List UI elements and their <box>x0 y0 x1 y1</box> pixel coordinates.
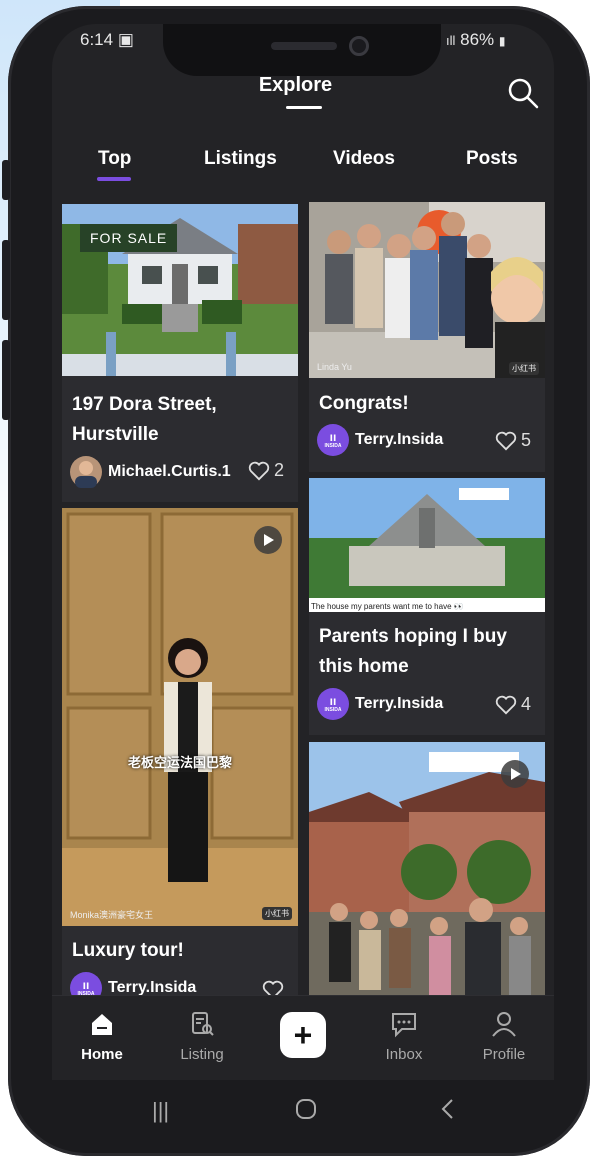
heart-icon <box>248 461 270 480</box>
nav-profile-label: Profile <box>482 1046 526 1063</box>
heart-icon <box>262 980 284 995</box>
play-icon <box>511 768 521 780</box>
image-caption: The house my parents want me to have 👀 <box>311 602 464 611</box>
tab-videos[interactable]: Videos <box>333 148 395 170</box>
author-name: Terry.Insida <box>108 979 197 995</box>
title-underline <box>286 106 322 109</box>
chat-icon <box>392 1013 416 1038</box>
like-button[interactable]: 4 <box>495 694 531 715</box>
like-button[interactable]: 5 <box>495 430 531 451</box>
battery-icon: ▮ <box>498 34 506 48</box>
post-author[interactable]: ıı INSIDA Terry.Insida <box>317 424 443 456</box>
gallery-icon: ▣ <box>117 30 134 49</box>
nav-home[interactable]: Home <box>62 1010 142 1063</box>
nav-inbox[interactable]: Inbox <box>364 1010 444 1063</box>
nav-listing-label: Listing <box>180 1046 224 1063</box>
avatar: ıı INSIDA <box>317 424 349 456</box>
avatar-text: INSIDA <box>324 707 342 713</box>
post-title: Congrats! <box>319 393 409 414</box>
post-author[interactable]: ıı INSIDA Terry.Insida <box>70 972 196 995</box>
search-icon <box>508 78 539 109</box>
front-camera <box>349 36 369 56</box>
video-subtitle: 老板空运法国巴黎 <box>127 755 232 770</box>
platform-tag: 小红书 <box>509 362 539 375</box>
time-text: 6:14 <box>80 30 114 49</box>
post-title-line2: this home <box>319 656 409 677</box>
like-count: 4 <box>521 694 532 714</box>
battery-text: 86% <box>460 30 495 49</box>
nav-home-label: Home <box>81 1046 123 1063</box>
like-button[interactable] <box>262 980 288 995</box>
video-watermark: Monika澳洲豪宅女王 <box>70 910 154 920</box>
play-button[interactable] <box>254 526 282 554</box>
post-author[interactable]: ıı INSIDA Terry.Insida <box>317 688 443 720</box>
like-count: 2 <box>274 460 285 480</box>
recents-icon[interactable]: ||| <box>152 1098 169 1124</box>
post-title-line2: Hurstville <box>72 424 159 445</box>
page-title: Explore <box>258 74 333 96</box>
nav-inbox-label: Inbox <box>385 1046 423 1063</box>
tab-posts[interactable]: Posts <box>466 148 518 170</box>
post-card-inspection[interactable] <box>309 742 545 995</box>
create-post-button[interactable]: + <box>280 1012 326 1058</box>
play-button[interactable] <box>501 760 529 788</box>
heart-icon <box>495 431 517 450</box>
avatar-text: INSIDA <box>324 443 342 449</box>
status-right: ıll 86% ▮ <box>446 30 506 50</box>
post-card-congrats[interactable]: Linda Yu 小红书 Congrats! ıı INSIDA Terry.I… <box>309 202 545 472</box>
listing-search-icon <box>192 1012 214 1036</box>
home-icon <box>92 1014 112 1035</box>
for-sale-badge: FOR SALE <box>80 224 178 252</box>
author-name: Terry.Insida <box>355 431 444 448</box>
post-title: Luxury tour! <box>72 940 184 961</box>
phone-side-button <box>2 240 10 320</box>
post-title-line1: Parents hoping I buy <box>319 626 507 647</box>
post-card-listing[interactable]: FOR SALE 197 Dora Street, Hurstville Mic… <box>62 204 298 502</box>
minecraft-photo <box>309 478 545 612</box>
phone-side-button <box>2 340 10 420</box>
group-photo <box>309 202 545 378</box>
home-system-icon[interactable] <box>295 1098 317 1126</box>
system-nav-bar: ||| <box>52 1080 554 1140</box>
camera-notch <box>163 24 441 76</box>
nav-listing[interactable]: Listing <box>162 1010 242 1063</box>
back-icon[interactable] <box>440 1098 456 1126</box>
post-title-line1: 197 Dora Street, <box>72 394 217 415</box>
post-card-parents[interactable]: The house my parents want me to have 👀 P… <box>309 478 545 735</box>
post-card-luxury-tour[interactable]: 老板空运法国巴黎 Monika澳洲豪宅女王 小红书 Luxury tour! ı… <box>62 508 298 995</box>
profile-icon <box>492 1012 516 1037</box>
active-tab-indicator <box>97 177 131 181</box>
tab-listings[interactable]: Listings <box>204 148 277 170</box>
author-name: Terry.Insida <box>355 695 444 712</box>
post-author[interactable]: Michael.Curtis.1 <box>70 456 231 488</box>
bottom-nav: Home Listing + Inbox Profile <box>52 995 554 1080</box>
avatar: ıı INSIDA <box>70 972 102 995</box>
search-button[interactable] <box>506 76 540 110</box>
avatar: ıı INSIDA <box>317 688 349 720</box>
like-count: 5 <box>521 430 532 450</box>
photo-watermark: Linda Yu <box>317 362 352 372</box>
signal-icon: ıll <box>446 33 456 48</box>
avatar <box>70 456 102 488</box>
author-name: Michael.Curtis.1 <box>108 463 231 480</box>
phone-side-button <box>2 160 10 200</box>
nav-profile[interactable]: Profile <box>464 1010 544 1063</box>
heart-icon <box>495 695 517 714</box>
status-time: 6:14 ▣ <box>80 30 134 50</box>
play-icon <box>264 534 274 546</box>
speaker <box>271 42 337 50</box>
platform-tag: 小红书 <box>262 907 292 920</box>
plus-icon: + <box>293 1016 313 1053</box>
like-button[interactable]: 2 <box>248 460 284 481</box>
video-thumbnail <box>62 508 298 926</box>
tab-top[interactable]: Top <box>98 148 131 170</box>
